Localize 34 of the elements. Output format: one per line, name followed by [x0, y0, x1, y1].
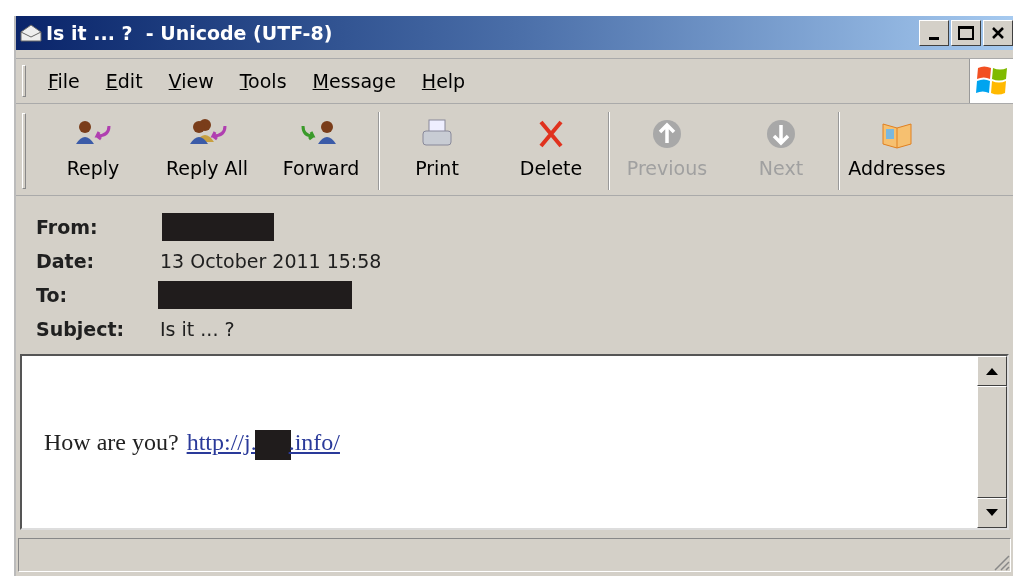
- close-button[interactable]: [983, 20, 1013, 46]
- scroll-up-button[interactable]: [977, 356, 1007, 386]
- header-value: 13 October 2011 15:58: [160, 248, 382, 274]
- header-value: Is it ... ?: [160, 316, 235, 342]
- message-text: How are you?: [44, 428, 179, 457]
- maximize-icon: [958, 26, 974, 40]
- toolbar-button[interactable]: Print: [380, 106, 494, 195]
- header-label: From:: [36, 214, 99, 240]
- window-title: Is it ... ? - Unicode (UTF-8): [46, 20, 333, 46]
- resize-grip-icon[interactable]: [992, 553, 1010, 571]
- menu-item[interactable]: View: [168, 66, 214, 96]
- menu-item[interactable]: Help: [421, 66, 466, 96]
- maximize-button[interactable]: [951, 20, 981, 46]
- header-label: Date:: [36, 248, 96, 274]
- header-label: To:: [36, 282, 69, 308]
- scroll-down-button[interactable]: [977, 498, 1007, 528]
- menu-item[interactable]: Message: [312, 66, 396, 96]
- toolbar-button[interactable]: Delete: [494, 106, 608, 195]
- menu-item[interactable]: Tools: [239, 66, 287, 96]
- down-arrow-icon: [986, 509, 998, 517]
- toolbar-button[interactable]: Addresses: [840, 106, 954, 195]
- toolbar-button[interactable]: Reply: [36, 106, 150, 195]
- toolbar-button[interactable]: Forward: [264, 106, 378, 195]
- minimize-icon: [929, 36, 939, 40]
- up-arrow-icon: [986, 367, 998, 375]
- toolbar-button[interactable]: Reply All: [150, 106, 264, 195]
- minimize-button[interactable]: [919, 20, 949, 46]
- redaction-bar: [254, 430, 291, 460]
- header-label: Subject:: [36, 316, 126, 342]
- scroll-thumb[interactable]: [977, 386, 1007, 498]
- menu-item[interactable]: Edit: [105, 66, 143, 96]
- menu-item[interactable]: File: [48, 66, 80, 96]
- close-icon: [991, 26, 1005, 40]
- envelope-icon: [20, 24, 42, 42]
